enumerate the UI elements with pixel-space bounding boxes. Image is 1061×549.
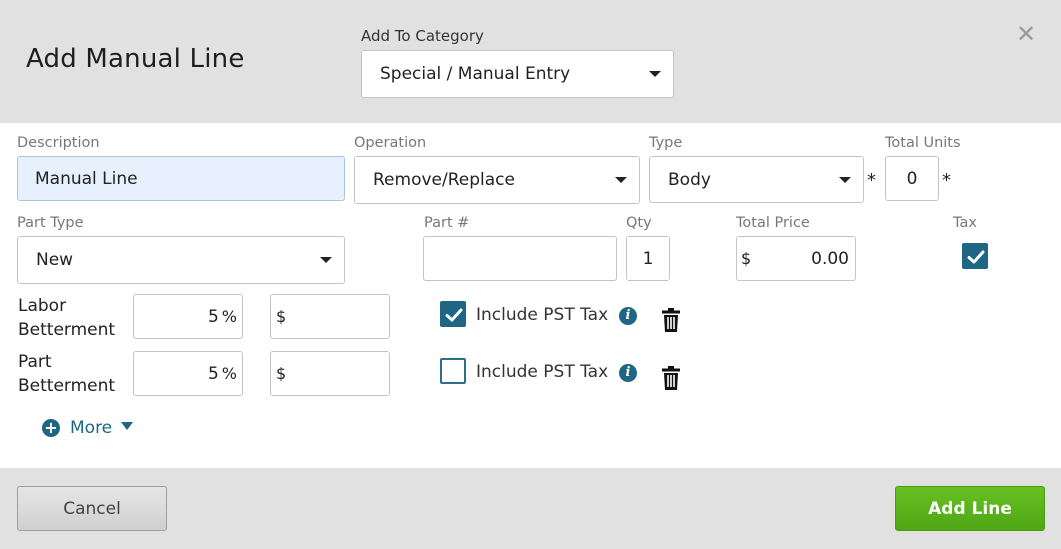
operation-select[interactable]: Remove/Replace [354, 156, 640, 204]
labor-betterment-amount-prefix: $ [276, 307, 287, 326]
cancel-button[interactable]: Cancel [17, 486, 167, 531]
more-label: More [70, 418, 113, 438]
type-label: Type [649, 135, 683, 151]
currency-symbol: $ [741, 249, 752, 268]
add-line-button[interactable]: Add Line [895, 486, 1045, 531]
part-betterment-percent-value: 5 [207, 363, 219, 384]
part-betterment-label: Part Betterment [18, 350, 115, 398]
info-icon[interactable]: i [619, 307, 637, 325]
description-input[interactable]: Manual Line [17, 156, 345, 201]
labor-betterment-label-line2: Betterment [18, 320, 116, 340]
part-include-pst-label[interactable]: Include PST Tax [476, 362, 608, 382]
part-number-input[interactable] [423, 236, 617, 281]
total-units-value: 0 [906, 168, 918, 189]
required-marker: * [867, 170, 876, 191]
part-betterment-amount-prefix: $ [276, 364, 287, 383]
more-toggle[interactable]: + More [42, 418, 134, 438]
qty-input[interactable]: 1 [626, 236, 670, 281]
description-label: Description [17, 135, 100, 151]
total-units-label: Total Units [885, 135, 961, 151]
labor-betterment-percent-input[interactable]: 5 % [133, 294, 243, 339]
part-include-pst-checkbox[interactable] [440, 358, 466, 384]
part-type-label: Part Type [17, 215, 84, 231]
labor-betterment-percent-value: 5 [207, 306, 219, 327]
category-select[interactable]: Special / Manual Entry [361, 50, 674, 98]
qty-value: 1 [642, 248, 654, 269]
caret-down-icon [615, 177, 627, 183]
qty-label: Qty [626, 215, 652, 231]
part-number-label: Part # [424, 215, 470, 231]
total-units-input[interactable]: 0 [885, 156, 939, 201]
caret-down-icon [649, 71, 661, 77]
dialog-title: Add Manual Line [26, 44, 245, 74]
tax-checkbox[interactable] [962, 243, 988, 269]
required-marker: * [942, 170, 951, 191]
total-price-value: 0.00 [811, 248, 849, 269]
category-label: Add To Category [361, 27, 484, 45]
part-type-select[interactable]: New [17, 236, 345, 284]
trash-icon[interactable] [661, 308, 681, 332]
labor-betterment-amount-input[interactable]: $ [270, 294, 390, 339]
part-betterment-percent-input[interactable]: 5 % [133, 351, 243, 396]
check-icon [967, 250, 985, 264]
part-betterment-amount-input[interactable]: $ [270, 351, 390, 396]
part-betterment-label-line1: Part [18, 352, 52, 372]
total-price-input[interactable]: $ 0.00 [736, 236, 856, 281]
percent-unit: % [221, 364, 237, 383]
trash-icon[interactable] [661, 366, 681, 390]
caret-down-icon [121, 422, 134, 430]
operation-label: Operation [354, 135, 427, 151]
labor-include-pst-label[interactable]: Include PST Tax [476, 305, 608, 325]
part-type-select-value: New [36, 250, 74, 270]
percent-unit: % [221, 307, 237, 326]
labor-include-pst-checkbox[interactable] [440, 301, 466, 327]
labor-betterment-label-line1: Labor [18, 296, 67, 316]
labor-betterment-label: Labor Betterment [18, 294, 115, 342]
operation-select-value: Remove/Replace [373, 170, 515, 190]
caret-down-icon [320, 257, 332, 263]
info-icon[interactable]: i [619, 364, 637, 382]
type-select-value: Body [668, 169, 711, 190]
dialog-header: Add Manual Line Add To Category Special … [0, 0, 1061, 123]
total-price-label: Total Price [736, 215, 810, 231]
check-icon [445, 308, 463, 322]
category-select-value: Special / Manual Entry [380, 64, 571, 84]
description-input-value: Manual Line [35, 168, 138, 189]
caret-down-icon [839, 176, 851, 183]
part-betterment-label-line2: Betterment [18, 376, 116, 396]
plus-circle-icon: + [42, 419, 60, 437]
close-icon[interactable]: ✕ [1016, 22, 1036, 46]
tax-label: Tax [953, 215, 977, 231]
type-select[interactable]: Body [649, 156, 864, 203]
